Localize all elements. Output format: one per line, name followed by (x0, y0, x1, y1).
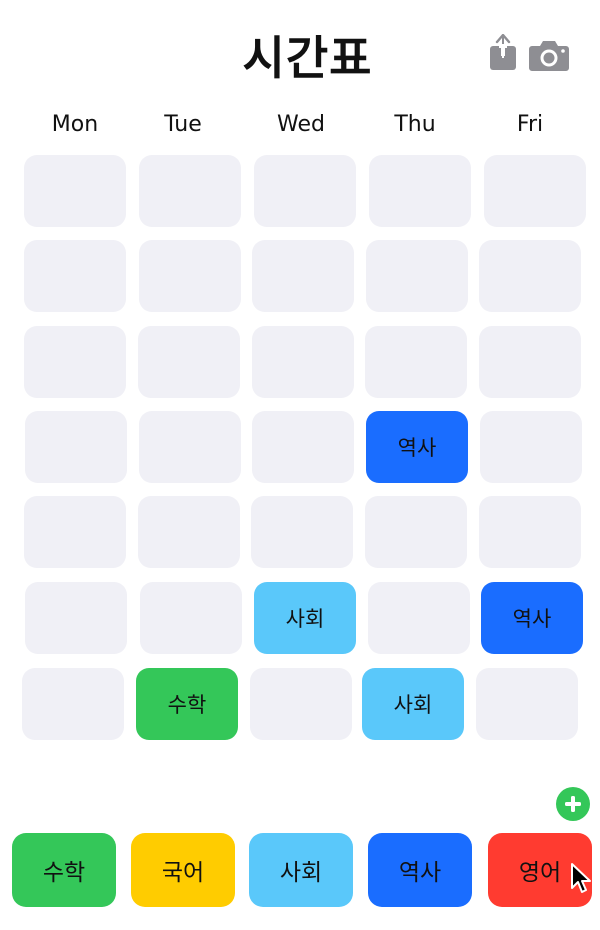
timetable-cell-tue-4[interactable] (139, 411, 241, 483)
timetable-cell-wed-4[interactable] (252, 411, 354, 483)
subject-button-history[interactable]: 역사 (368, 833, 472, 907)
timetable-cell-wed-7[interactable] (250, 668, 352, 740)
timetable-cell-thu-6[interactable] (368, 582, 470, 654)
subject-button-english[interactable]: 영어 (488, 833, 592, 907)
day-label-mon: Mon (51, 112, 99, 137)
timetable-cell-fri-6[interactable]: 역사 (481, 582, 583, 654)
timetable-cell-fri-7[interactable] (476, 668, 578, 740)
timetable-cell-wed-5[interactable] (251, 496, 353, 568)
timetable-cell-thu-2[interactable] (366, 240, 468, 312)
share-icon[interactable] (488, 33, 518, 72)
timetable-cell-thu-4[interactable]: 역사 (366, 411, 468, 483)
subject-button-math[interactable]: 수학 (12, 833, 116, 907)
timetable-cell-wed-3[interactable] (252, 326, 354, 398)
timetable-cell-wed-1[interactable] (254, 155, 356, 227)
timetable-cell-mon-2[interactable] (24, 240, 126, 312)
timetable-page: 시간표 Mon Tue Wed Thu Fri 역사 사회 역사 수학 사회 수… (0, 0, 600, 930)
timetable-cell-wed-2[interactable] (252, 240, 354, 312)
timetable-cell-thu-3[interactable] (365, 326, 467, 398)
timetable-cell-mon-7[interactable] (22, 668, 124, 740)
weekday-header: Mon Tue Wed Thu Fri (0, 112, 600, 144)
day-label-wed: Wed (277, 112, 325, 137)
subject-button-korean[interactable]: 국어 (131, 833, 235, 907)
timetable-cell-mon-3[interactable] (24, 326, 126, 398)
timetable-cell-fri-1[interactable] (484, 155, 586, 227)
day-label-tue: Tue (164, 112, 202, 137)
timetable-cell-fri-5[interactable] (479, 496, 581, 568)
day-label-thu: Thu (394, 112, 436, 137)
timetable-cell-wed-6[interactable]: 사회 (254, 582, 356, 654)
timetable-cell-fri-3[interactable] (479, 326, 581, 398)
plus-icon (565, 796, 581, 812)
timetable-cell-thu-1[interactable] (369, 155, 471, 227)
timetable-cell-mon-6[interactable] (25, 582, 127, 654)
day-label-fri: Fri (516, 112, 544, 137)
timetable-cell-mon-5[interactable] (24, 496, 126, 568)
timetable-cell-tue-3[interactable] (138, 326, 240, 398)
timetable-cell-mon-1[interactable] (24, 155, 126, 227)
subject-button-social[interactable]: 사회 (249, 833, 353, 907)
timetable-cell-fri-2[interactable] (479, 240, 581, 312)
timetable-cell-tue-2[interactable] (139, 240, 241, 312)
timetable-cell-tue-5[interactable] (138, 496, 240, 568)
timetable-cell-tue-7[interactable]: 수학 (136, 668, 238, 740)
timetable-cell-fri-4[interactable] (480, 411, 582, 483)
timetable-cell-thu-7[interactable]: 사회 (362, 668, 464, 740)
timetable-cell-tue-1[interactable] (139, 155, 241, 227)
timetable-cell-tue-6[interactable] (140, 582, 242, 654)
add-subject-button[interactable] (556, 787, 590, 821)
timetable-cell-thu-5[interactable] (365, 496, 467, 568)
camera-icon[interactable] (528, 40, 570, 72)
timetable-cell-mon-4[interactable] (25, 411, 127, 483)
